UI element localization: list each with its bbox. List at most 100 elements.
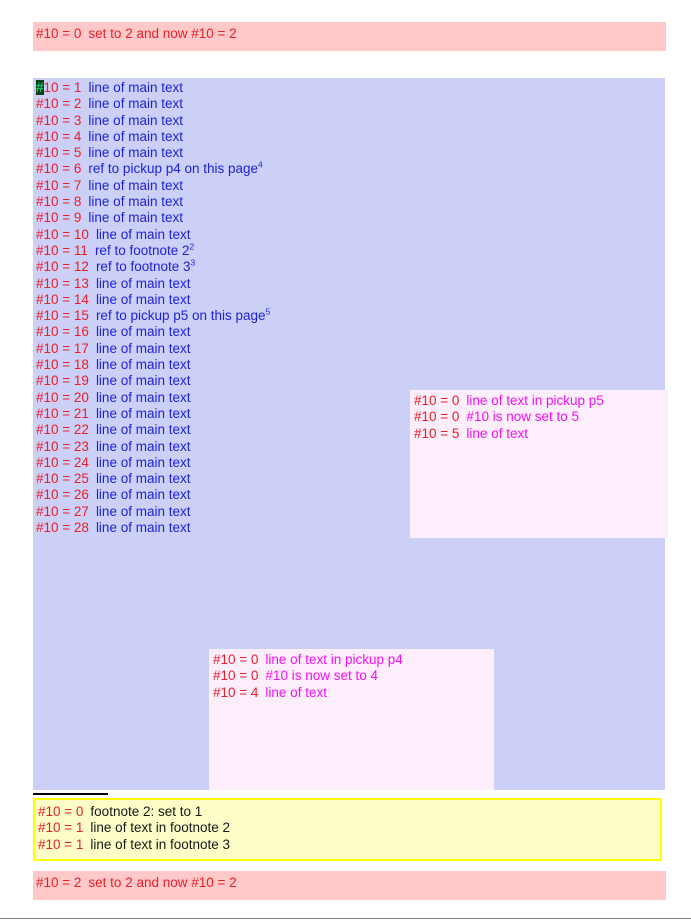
line-text: line of text <box>466 425 528 441</box>
text-line: #10 = 4 line of text <box>213 685 403 701</box>
line-text: line of main text <box>95 291 191 307</box>
counter-value: #10 = 25 <box>36 471 89 487</box>
line-text: set to 2 and now #10 = 2 <box>88 875 237 890</box>
counter-value: #10 = 0 <box>38 804 84 819</box>
page-bottom-rule <box>0 918 691 919</box>
text-line: #10 = 22 line of main text <box>36 422 270 438</box>
line-text: line of main text <box>88 177 183 193</box>
text-line: #10 = 5 line of text <box>414 426 604 442</box>
counter-value: #10 = 21 <box>36 405 89 421</box>
line-text: line of main text <box>88 145 183 161</box>
text-line: #10 = 14 line of main text <box>36 292 270 308</box>
line-text: line of main text <box>88 194 183 210</box>
line-text: line of main text <box>88 210 183 226</box>
reference-superscript[interactable]: 2 <box>190 241 195 251</box>
line-text: line of main text <box>95 503 191 519</box>
pickup-p5-lines: #10 = 0 line of text in pickup p5 #10 = 0 #… <box>414 393 604 442</box>
footnote-lines: #10 = 0 footnote 2: set to 1 #10 = 1 line o… <box>38 804 230 853</box>
counter-value: #10 = 20 <box>36 389 89 405</box>
running-header-lines: #10 = 0 set to 2 and now #10 = 2 <box>33 22 666 42</box>
line-text: footnote 2: set to 1 <box>90 804 203 819</box>
line-text: line of main text <box>95 471 191 487</box>
line-text: line of main text <box>95 438 191 454</box>
counter-value: #10 = 1 <box>38 836 84 852</box>
text-line: #10 = 7 line of main text <box>36 178 270 194</box>
text-line: #10 = 2 line of main text <box>36 96 270 112</box>
counter-value: #10 = 27 <box>36 503 89 519</box>
line-text: line of main text <box>88 112 183 128</box>
text-line: #10 = 25 line of main text <box>36 471 270 487</box>
counter-value: #10 = 1 <box>38 820 84 836</box>
text-line: #10 = 20 line of main text <box>36 390 270 406</box>
counter-value: #10 = 4 <box>36 128 82 144</box>
line-text: line of main text <box>88 96 183 112</box>
line-text: line of main text <box>95 373 191 389</box>
line-text: set to 2 and now #10 = 2 <box>88 26 237 41</box>
text-line: #10 = 24 line of main text <box>36 455 270 471</box>
counter-value: #10 = 8 <box>36 194 82 210</box>
text-line: #10 = 27 line of main text <box>36 504 270 520</box>
line-text: line of main text <box>88 128 183 144</box>
line-text: ref to pickup p5 on this page <box>95 308 266 324</box>
text-line: #10 = 9 line of main text <box>36 210 270 226</box>
text-line: #10 = 8 line of main text <box>36 194 270 210</box>
pickup-box-p5: #10 = 0 line of text in pickup p5 #10 = 0 #… <box>410 390 668 538</box>
reference-superscript[interactable]: 5 <box>266 307 271 317</box>
text-line: #10 = 0 line of text in pickup p5 <box>414 393 604 409</box>
text-line: #10 = 1 line of text in footnote 2 <box>38 820 230 836</box>
reference-superscript[interactable]: 4 <box>258 160 263 170</box>
text-line: #10 = 3 line of main text <box>36 113 270 129</box>
line-text: #10 is now set to 5 <box>466 409 579 425</box>
counter-value: #10 = 0 <box>414 409 460 425</box>
counter-value: #10 = 0 <box>213 668 259 684</box>
counter-value: #10 = 0 <box>36 26 82 41</box>
counter-value: #10 = 6 <box>36 161 82 177</box>
main-text-lines: #10 = 1 line of main text #10 = 2 line of m… <box>36 80 270 536</box>
line-text: line of main text <box>95 487 191 503</box>
text-line: #10 = 0 #10 is now set to 4 <box>213 668 403 684</box>
counter-value: #10 = 23 <box>36 438 89 454</box>
text-line: #10 = 2 set to 2 and now #10 = 2 <box>33 875 666 891</box>
counter-value: #10 = 5 <box>36 145 82 161</box>
counter-value: #10 = 2 <box>36 96 82 112</box>
counter-value: #10 = 3 <box>36 112 82 128</box>
counter-value: #10 = 22 <box>36 422 89 438</box>
counter-value: #10 = 0 <box>213 652 259 667</box>
counter-value: #10 = 17 <box>36 340 89 356</box>
text-line: #10 = 4 line of main text <box>36 129 270 145</box>
counter-value: #10 = 1 <box>36 80 82 95</box>
line-text: line of text <box>265 684 327 700</box>
counter-value: #10 = 11 <box>36 242 88 258</box>
reference-superscript[interactable]: 3 <box>191 258 196 268</box>
counter-value: #10 = 14 <box>36 291 89 307</box>
line-text: line of main text <box>95 422 191 438</box>
text-line: #10 = 0 footnote 2: set to 1 <box>38 804 230 820</box>
text-line: #10 = 12 ref to footnote 33 <box>36 259 270 275</box>
text-line: #10 = 0 set to 2 and now #10 = 2 <box>33 26 666 42</box>
counter-value: #10 = 5 <box>414 425 460 441</box>
line-text: ref to pickup p4 on this page <box>88 161 259 177</box>
line-text: #10 is now set to 4 <box>265 668 378 684</box>
text-line: #10 = 11 ref to footnote 22 <box>36 241 270 259</box>
counter-value: #10 = 0 <box>414 393 460 408</box>
line-text: line of main text <box>95 275 191 291</box>
text-line: #10 = 0 #10 is now set to 5 <box>414 409 604 425</box>
text-line: #10 = 13 line of main text <box>36 276 270 292</box>
text-line: #10 = 10 line of main text <box>36 227 270 243</box>
counter-value: #10 = 12 <box>36 259 89 275</box>
counter-value: #10 = 28 <box>36 520 89 536</box>
counter-value: #10 = 16 <box>36 324 89 340</box>
text-line: #10 = 23 line of main text <box>36 439 270 455</box>
line-text: line of text in pickup p5 <box>466 393 604 408</box>
counter-value: #10 = 19 <box>36 373 89 389</box>
page-canvas: #10 = 0 set to 2 and now #10 = 2 #10 = 1 l… <box>0 0 691 923</box>
running-footer: #10 = 2 set to 2 and now #10 = 2 <box>33 871 666 900</box>
line-text: line of main text <box>88 80 183 95</box>
text-line: #10 = 16 line of main text <box>36 324 270 340</box>
text-line: #10 = 26 line of main text <box>36 487 270 503</box>
text-line: #10 = 28 line of main text <box>36 520 270 536</box>
pickup-p4-lines: #10 = 0 line of text in pickup p4 #10 = 0 #… <box>213 652 403 701</box>
running-header: #10 = 0 set to 2 and now #10 = 2 <box>33 22 666 51</box>
line-text: ref to footnote 3 <box>95 259 191 275</box>
text-line: #10 = 19 line of main text <box>36 373 270 389</box>
